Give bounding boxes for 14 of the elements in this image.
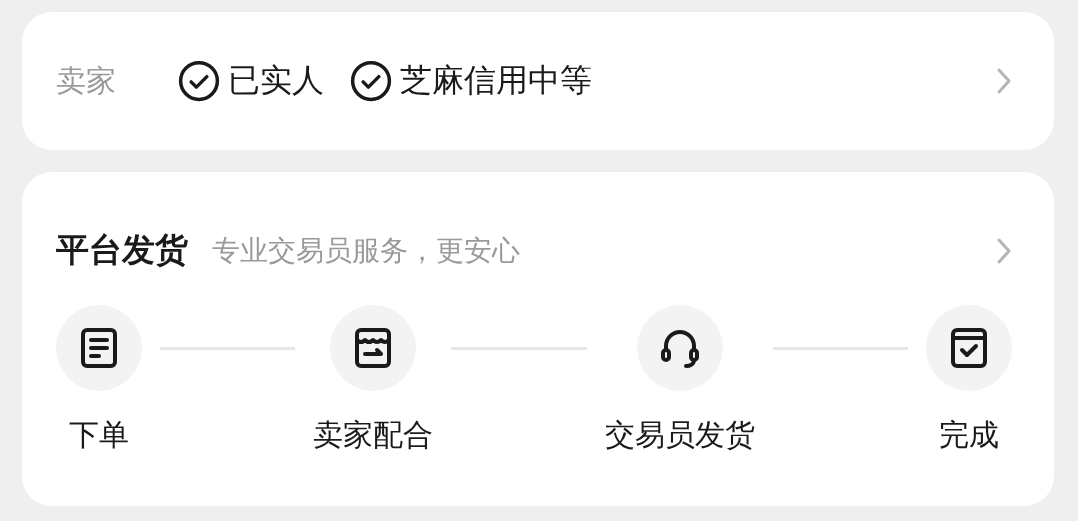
seller-label: 卖家 <box>56 61 116 100</box>
step-label: 下单 <box>69 416 129 454</box>
chevron-right-icon[interactable] <box>996 236 1012 265</box>
chevron-right-icon[interactable] <box>996 67 1012 95</box>
section-subtitle: 专业交易员服务，更安心 <box>212 232 520 269</box>
verification-text: 已实人 <box>228 60 324 101</box>
step-label: 完成 <box>939 416 999 454</box>
section-title: 平台发货 <box>56 229 188 271</box>
check-circle-icon <box>350 60 392 102</box>
step-label: 交易员发货 <box>604 416 755 454</box>
check-circle-icon <box>178 60 220 102</box>
step-label: 卖家配合 <box>313 416 434 454</box>
verification-text: 芝麻信用中等 <box>400 60 592 101</box>
seller-card[interactable]: 卖家 已实人 芝麻信用中等 <box>22 12 1054 150</box>
